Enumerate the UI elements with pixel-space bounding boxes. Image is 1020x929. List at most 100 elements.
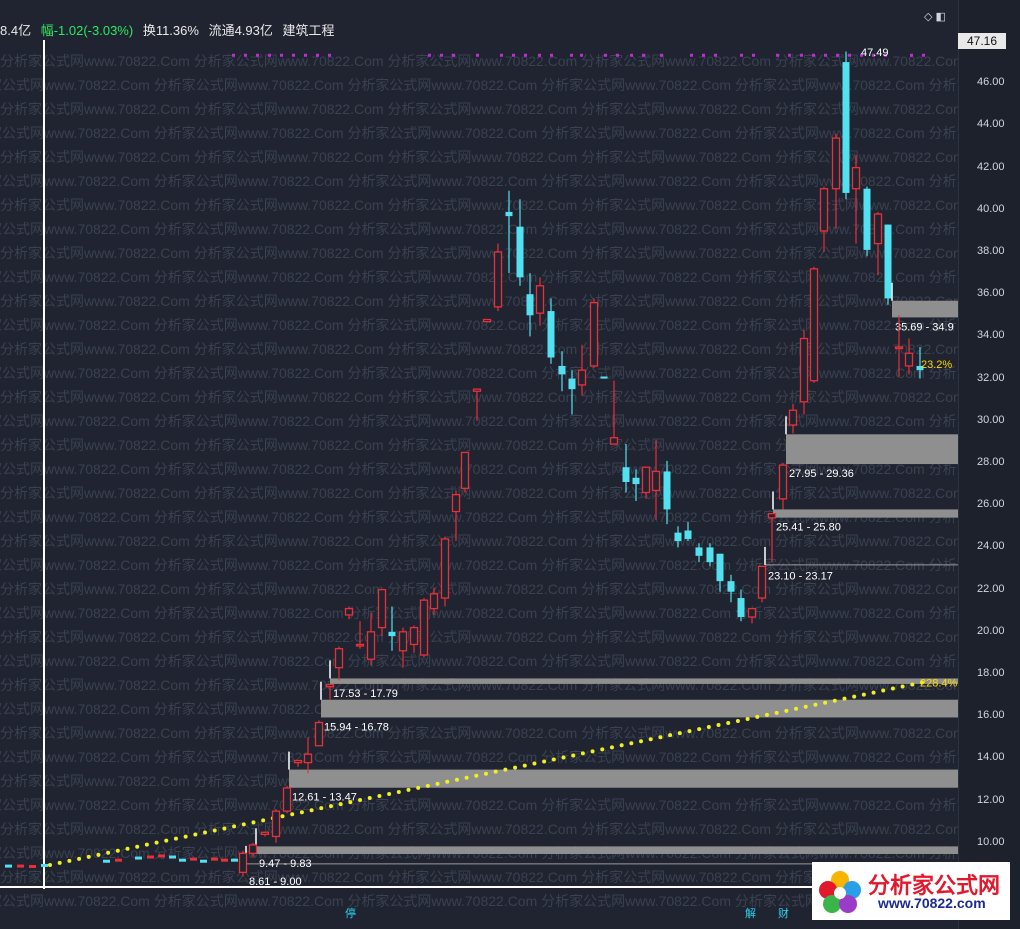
axis-tick-label: 22.00 <box>977 582 1005 595</box>
trend-dot <box>309 808 314 813</box>
candle-body <box>344 607 354 616</box>
small-candle-body <box>158 854 165 858</box>
candle-body <box>589 301 599 367</box>
event-tag[interactable]: 停 <box>345 905 356 921</box>
candle <box>282 785 292 814</box>
trend-dot <box>358 798 363 803</box>
support-zone-band <box>330 678 958 684</box>
trend-dot <box>861 692 866 697</box>
watermark-text: 分析家公式网www.70822.Com 分析家公式网www.70822.Com … <box>0 77 958 93</box>
signal-dot <box>910 53 913 57</box>
candle <box>842 51 850 200</box>
candle <box>558 351 566 392</box>
small-candle <box>158 854 165 858</box>
trend-dot <box>493 769 498 774</box>
candle-body <box>831 137 841 190</box>
trend-dot <box>619 743 624 748</box>
candle <box>482 318 492 323</box>
trend-dot <box>290 812 295 817</box>
candle-body <box>651 470 661 492</box>
zone-label: 17.53 - 17.79 <box>333 688 398 700</box>
watermark-text: 分析家公式网www.70822.Com 分析家公式网www.70822.Com … <box>0 101 958 117</box>
watermark-text: 分析家公式网www.70822.Com 分析家公式网www.70822.Com … <box>0 221 958 237</box>
trend-dot <box>774 710 779 715</box>
candle-body <box>334 648 344 669</box>
trend-dot <box>203 830 208 835</box>
candle-body <box>303 753 313 764</box>
support-zone-band <box>892 300 958 318</box>
watermark-text: 分析家公式网www.70822.Com 分析家公式网www.70822.Com … <box>0 749 958 765</box>
signal-dot <box>328 53 331 57</box>
signal-dot <box>452 53 455 57</box>
candle-body <box>873 213 883 245</box>
trend-dot <box>299 810 304 815</box>
site-logo: 分析家公式网 www.70822.com <box>812 862 1010 920</box>
trend-dot <box>716 723 721 728</box>
trend-dot <box>571 753 576 758</box>
watermark-text: 分析家公式网www.70822.Com 分析家公式网www.70822.Com … <box>0 173 958 189</box>
candle-body <box>904 352 914 367</box>
axis-tick-label: 24.00 <box>977 540 1005 553</box>
candle <box>884 224 892 305</box>
candle <box>831 133 841 229</box>
logo-en-text: www.70822.com <box>878 895 986 911</box>
candle-body <box>767 512 777 519</box>
zone-label: 8.61 - 9.00 <box>249 876 302 888</box>
signal-dot <box>836 53 839 57</box>
signal-dot <box>800 53 803 57</box>
price-chart[interactable]: 分析家公式网www.70822.Com 分析家公式网www.70822.Com … <box>0 0 958 929</box>
trend-dot <box>396 789 401 794</box>
watermark-text: 分析家公式网www.70822.Com 分析家公式网www.70822.Com … <box>0 605 958 621</box>
trend-dot <box>900 684 905 689</box>
axis-tick-label: 42.00 <box>977 160 1005 173</box>
candle-body <box>547 311 555 358</box>
candle <box>271 809 281 843</box>
trend-dot <box>338 802 343 807</box>
event-tag[interactable]: 解 <box>745 905 756 921</box>
trend-dot <box>522 763 527 768</box>
trend-dot <box>726 720 731 725</box>
trend-dot <box>173 836 178 841</box>
candle-body <box>757 565 767 599</box>
small-candle-body <box>17 864 24 868</box>
axis-tick-label: 20.00 <box>977 624 1005 637</box>
trend-dot <box>832 698 837 703</box>
event-tag[interactable]: 财 <box>778 905 789 921</box>
candle-body <box>894 346 904 350</box>
axis-tick-label: 14.00 <box>977 751 1005 764</box>
signal-dot <box>848 53 851 57</box>
candle-body <box>727 581 735 592</box>
trend-dot <box>484 771 488 776</box>
signal-dot <box>476 53 479 57</box>
trend-dot <box>735 718 740 723</box>
candle-body <box>493 251 503 308</box>
candle-body <box>884 224 892 299</box>
trend-dot <box>48 862 52 867</box>
axis-tick-label: 38.00 <box>977 245 1005 257</box>
watermark-text: 分析家公式网www.70822.Com 分析家公式网www.70822.Com … <box>0 653 958 669</box>
small-candle <box>17 864 24 868</box>
last-price-badge: 47.16 <box>958 33 1006 49</box>
axis-tick-label: 16.00 <box>977 709 1005 722</box>
candle-body <box>451 493 461 513</box>
zone-label: 25.41 - 25.80 <box>776 522 841 534</box>
trend-dot <box>600 747 605 752</box>
trend-dot <box>77 856 82 861</box>
trend-dot <box>319 806 324 811</box>
candle <box>440 536 450 607</box>
trend-dot <box>406 787 411 792</box>
signal-dot <box>642 53 645 57</box>
trend-dot <box>668 733 673 738</box>
trend-dot <box>135 844 140 849</box>
trend-dot <box>193 832 198 837</box>
trend-dot <box>183 834 188 839</box>
trend-dot <box>261 818 266 823</box>
candle <box>460 451 470 493</box>
candle <box>589 298 599 369</box>
trend-label: 228.4% <box>920 677 958 689</box>
candle-body <box>632 477 640 485</box>
candle <box>819 186 829 252</box>
candle-body <box>325 683 335 688</box>
trend-dot <box>212 828 217 833</box>
signal-dot <box>256 53 259 57</box>
